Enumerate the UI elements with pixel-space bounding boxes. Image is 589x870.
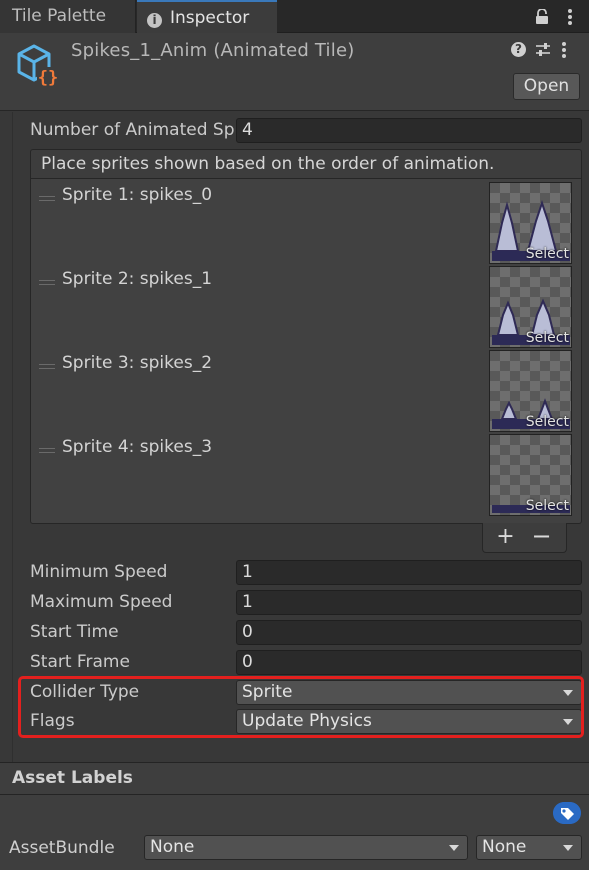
- info-icon: i: [147, 13, 162, 28]
- tab-inspector[interactable]: i Inspector: [137, 0, 277, 33]
- sprite-label: Sprite 4: spikes_3: [62, 437, 213, 457]
- indent-guide: [12, 112, 13, 762]
- remove-element-button[interactable]: −: [529, 523, 554, 551]
- list-add-remove-footer: + −: [482, 523, 567, 553]
- num-frames-field[interactable]: 4: [236, 118, 582, 143]
- sprite-list: Sprite 1: spikes_0 Select Sprite 2: spik…: [30, 178, 582, 524]
- min-speed-label: Minimum Speed: [30, 562, 168, 582]
- sprite-label: Sprite 3: spikes_2: [62, 353, 213, 373]
- sprite-select-link[interactable]: Select: [526, 330, 569, 346]
- help-icon[interactable]: ?: [511, 42, 526, 57]
- list-item: Sprite 4: spikes_3 Select: [31, 431, 581, 516]
- drag-handle-icon[interactable]: [39, 280, 55, 285]
- max-speed-field[interactable]: 1: [236, 590, 582, 615]
- tag-icon[interactable]: [553, 802, 581, 824]
- assetbundle-name-value: None: [150, 837, 195, 857]
- list-item: Sprite 3: spikes_2 Select: [31, 347, 581, 432]
- sprite-thumbnail[interactable]: Select: [489, 350, 572, 432]
- highlight-annotation: [18, 676, 584, 738]
- lock-icon[interactable]: [535, 9, 549, 25]
- assetbundle-label: AssetBundle: [9, 838, 115, 858]
- sprite-select-link[interactable]: Select: [526, 414, 569, 430]
- drag-handle-icon[interactable]: [39, 448, 55, 453]
- list-item: Sprite 1: spikes_0 Select: [31, 179, 581, 264]
- inspector-header: {} Spikes_1_Anim (Animated Tile) ? Open: [0, 33, 589, 111]
- svg-text:{}: {}: [38, 68, 58, 88]
- start-time-label: Start Time: [30, 622, 119, 642]
- dropdown-arrow-icon: [449, 845, 459, 851]
- num-frames-label: Number of Animated Sp: [30, 120, 234, 140]
- asset-labels-header[interactable]: Asset Labels: [0, 762, 589, 795]
- min-speed-field[interactable]: 1: [236, 560, 582, 585]
- tab-bar: Tile Palette i Inspector: [0, 0, 589, 33]
- inspector-content: Number of Animated Sp 4 Place sprites sh…: [0, 112, 589, 762]
- start-time-field[interactable]: 0: [236, 620, 582, 645]
- animated-tile-asset-icon: {}: [17, 44, 59, 88]
- assetbundle-variant-value: None: [482, 837, 527, 857]
- kebab-menu-icon[interactable]: [567, 8, 573, 26]
- tab-tile-palette[interactable]: Tile Palette: [0, 0, 136, 33]
- sprite-label: Sprite 2: spikes_1: [62, 269, 213, 289]
- max-speed-label: Maximum Speed: [30, 592, 173, 612]
- open-button[interactable]: Open: [513, 73, 580, 100]
- settings-sliders-icon[interactable]: [535, 42, 551, 58]
- add-element-button[interactable]: +: [493, 523, 518, 551]
- sprite-select-link[interactable]: Select: [526, 246, 569, 262]
- sprite-thumbnail[interactable]: Select: [489, 182, 572, 264]
- dropdown-arrow-icon: [563, 845, 573, 851]
- asset-title: Spikes_1_Anim (Animated Tile): [71, 40, 355, 61]
- tab-inspector-label: Inspector: [170, 8, 250, 28]
- assetbundle-name-dropdown[interactable]: None: [144, 835, 468, 860]
- sprite-label: Sprite 1: spikes_0: [62, 185, 213, 205]
- sprite-thumbnail[interactable]: Select: [489, 434, 572, 516]
- start-frame-field[interactable]: 0: [236, 650, 582, 675]
- list-item: Sprite 2: spikes_1 Select: [31, 263, 581, 348]
- tab-tools: [519, 0, 589, 33]
- asset-labels-panel: AssetBundle None None: [0, 795, 589, 870]
- sprite-thumbnail[interactable]: Select: [489, 266, 572, 348]
- drag-handle-icon[interactable]: [39, 364, 55, 369]
- sprite-list-header: Place sprites shown based on the order o…: [30, 149, 582, 178]
- start-frame-label: Start Frame: [30, 652, 130, 672]
- sprite-select-link[interactable]: Select: [526, 498, 569, 514]
- assetbundle-variant-dropdown[interactable]: None: [476, 835, 582, 860]
- more-menu-icon[interactable]: [561, 41, 567, 59]
- header-tools: ?: [511, 42, 571, 60]
- drag-handle-icon[interactable]: [39, 196, 55, 201]
